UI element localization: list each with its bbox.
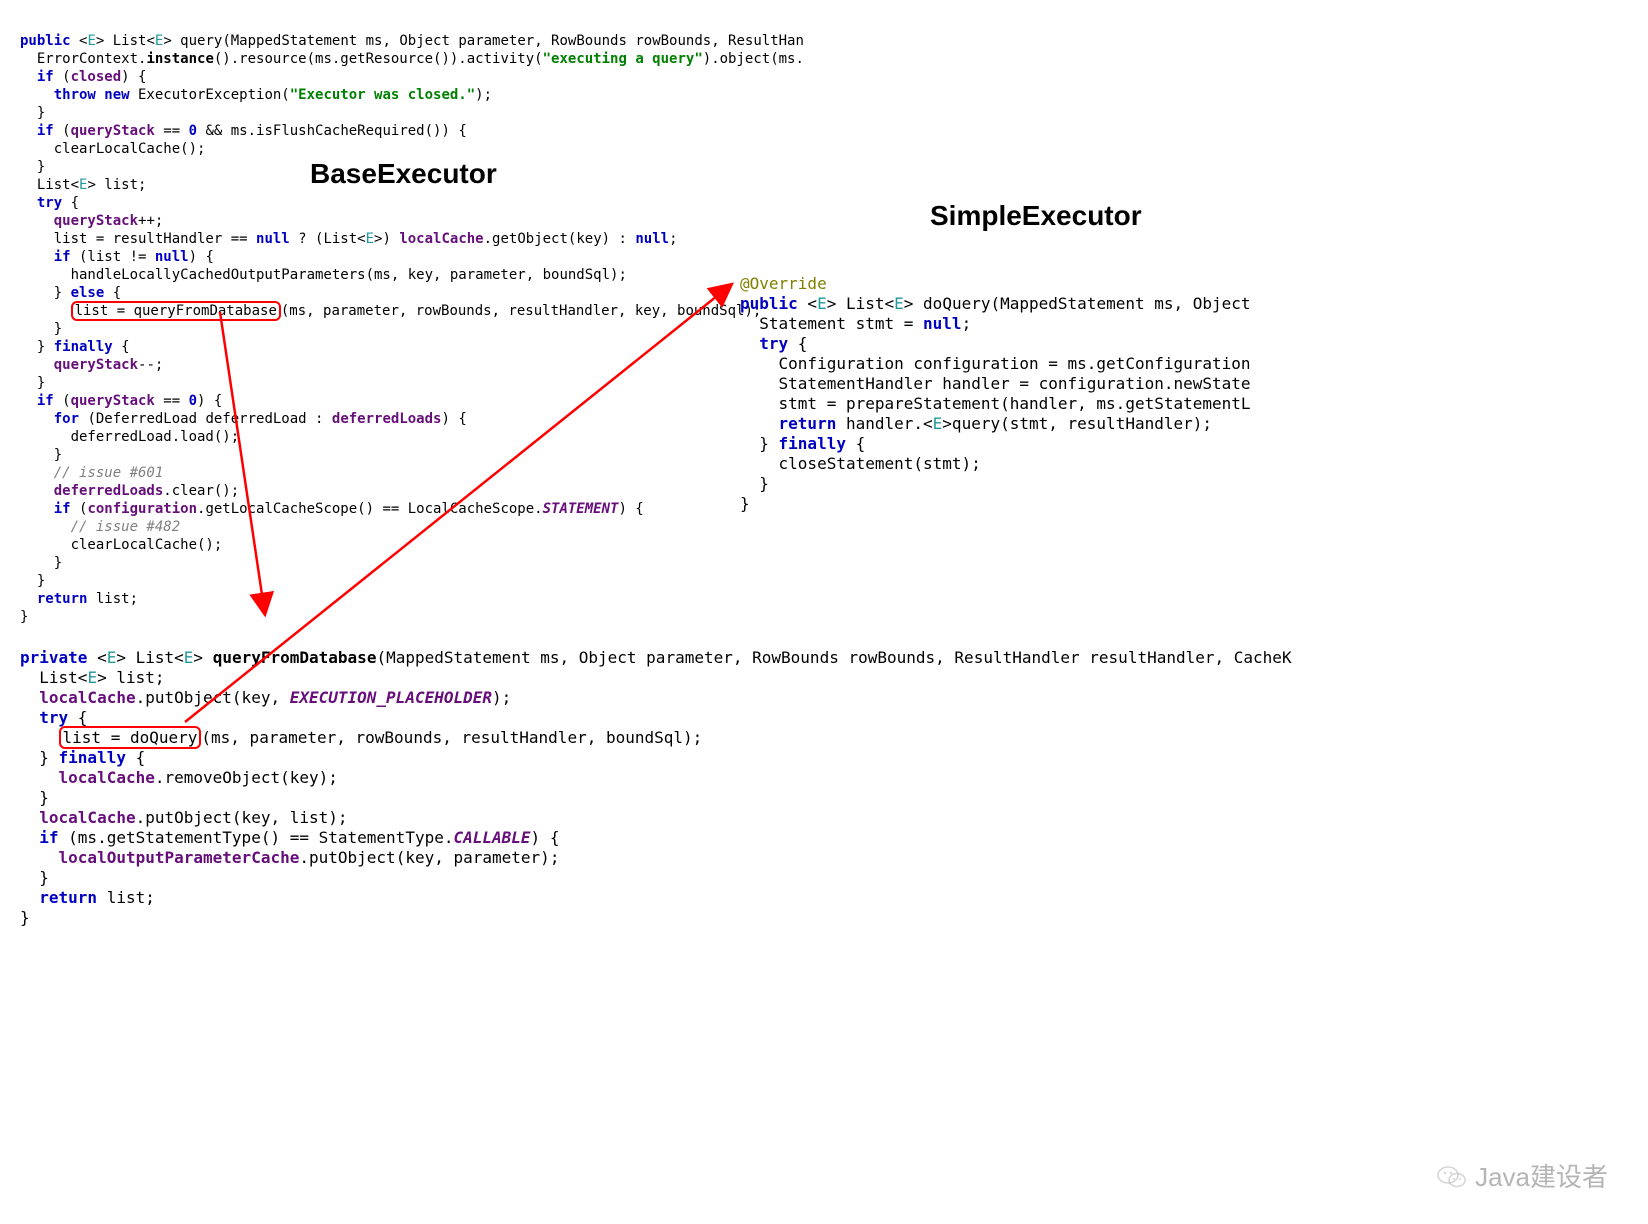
simple-executor-title: SimpleExecutor (930, 200, 1142, 232)
query-from-database-code: private <E> List<E> queryFromDatabase(Ma… (20, 628, 1292, 928)
highlight-do-query: list = doQuery (59, 726, 202, 749)
watermark: Java建设者 (1437, 1157, 1608, 1194)
watermark-text: Java建设者 (1475, 1157, 1608, 1194)
base-executor-code: public <E> List<E> query(MappedStatement… (20, 14, 804, 626)
simple-executor-code: @Override public <E> List<E> doQuery(Map… (740, 254, 1251, 514)
highlight-query-from-database: list = queryFromDatabase (71, 301, 281, 321)
wechat-icon (1437, 1163, 1467, 1189)
